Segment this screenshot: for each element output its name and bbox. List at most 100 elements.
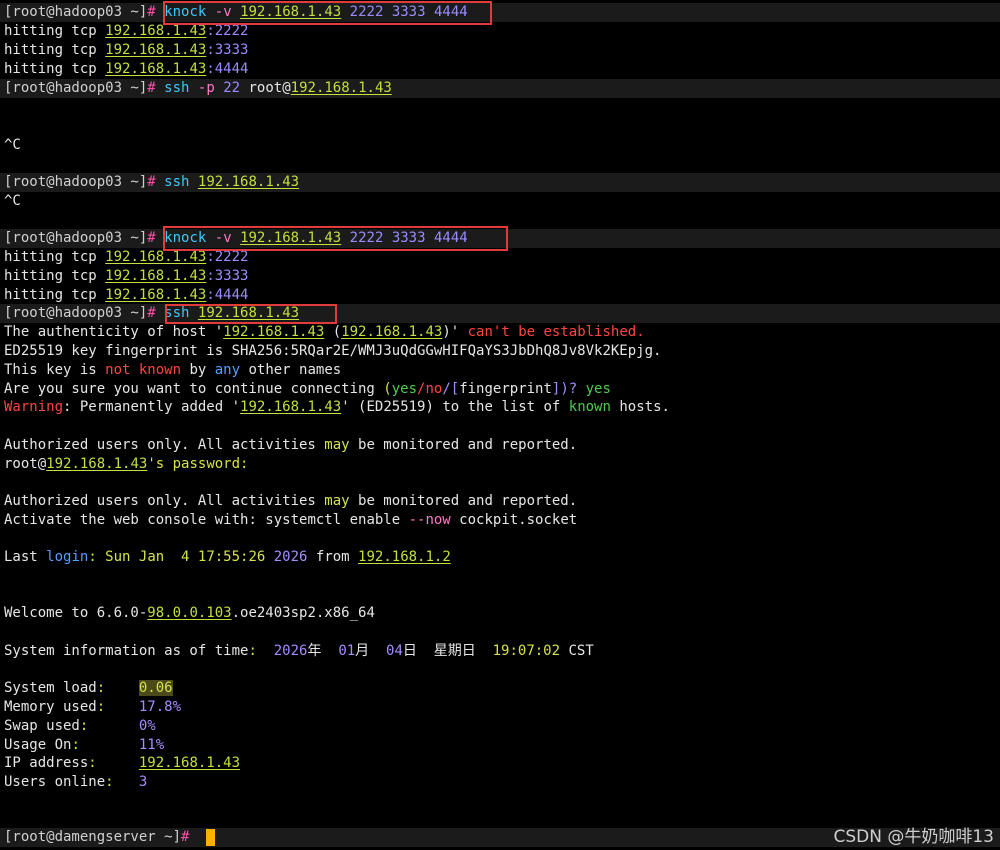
highlight-box (165, 304, 337, 324)
hit-prefix: hitting tcp (4, 42, 106, 58)
stat-row: System load: 0.06 (4, 680, 173, 696)
text: .oe2403sp2.x86_64 (231, 605, 375, 621)
text: by (181, 362, 215, 378)
port: :2222 (206, 249, 249, 265)
stat-value: 3 (138, 774, 148, 790)
keyword-text: known (568, 399, 611, 415)
stat-value: 192.168.1.43 (138, 755, 241, 771)
port: :4444 (206, 61, 249, 77)
text: System information as of time (4, 643, 249, 659)
answer: yes (585, 381, 611, 397)
port: 22 (223, 80, 241, 96)
text: other names (240, 362, 342, 378)
time: 19:07:02 (492, 643, 561, 659)
text: root@ (4, 456, 47, 472)
stat-label: Swap used (4, 718, 80, 734)
text: 年 (307, 643, 339, 659)
command: ssh (164, 174, 190, 190)
stat-label: Memory used (4, 699, 97, 715)
banner-line: Authorized users only. All activities ma… (4, 492, 577, 511)
highlight-box (163, 226, 508, 251)
paren: ( (383, 381, 392, 397)
text: 日 星期日 (402, 643, 493, 659)
year: 2026 (273, 643, 308, 659)
ip-address: 192.168.1.43 (223, 324, 325, 340)
prompt: [root@hadoop03 ~] (4, 305, 148, 321)
ip-address: 192.168.1.43 (290, 80, 392, 96)
command-line-ssh-1: [root@hadoop03 ~]# ssh -p 22 root@192.16… (4, 79, 392, 98)
prompt: [root@hadoop03 ~] (4, 230, 148, 246)
key-known-line: This key is not known by any other names (4, 361, 341, 380)
prompt: [root@hadoop03 ~] (4, 174, 148, 190)
text: 月 (355, 643, 387, 659)
text: : Sun Jan 4 17:55:26 (88, 549, 274, 565)
stat-row: Users online: 3 (4, 774, 148, 790)
stat-value: 0.06 (138, 680, 173, 696)
interrupt-line: ^C (4, 193, 21, 209)
interrupt-line: ^C (4, 137, 21, 153)
hit-prefix: hitting tcp (4, 23, 106, 39)
banner-line: Authorized users only. All activities ma… (4, 436, 577, 455)
stat-label: System load (4, 680, 97, 696)
port: :2222 (206, 23, 249, 39)
stat-label: Users online (4, 774, 106, 790)
command-line-input[interactable]: [root@damengserver ~]# (4, 828, 189, 847)
text: be monitored and reported. (349, 437, 578, 453)
text: from (307, 549, 359, 565)
stat-value: 0% (138, 718, 156, 734)
hit-line: hitting tcp 192.168.1.43:3333 (4, 267, 248, 286)
text: : Permanently added ' (63, 399, 241, 415)
ip-address: 192.168.1.43 (105, 61, 207, 77)
ip-address: 192.168.1.43 (46, 456, 148, 472)
text: ' (ED25519) to the list of (341, 399, 569, 415)
text: The authenticity of host ' (4, 324, 224, 340)
text: This key is (4, 362, 106, 378)
ip-address: 192.168.1.43 (105, 249, 207, 265)
separator: /[ (442, 381, 460, 397)
terminal-window[interactable]: [root@hadoop03 ~]# knock -v 192.168.1.43… (0, 0, 1000, 850)
user: root@ (248, 80, 291, 96)
stat-label: IP address (4, 755, 89, 771)
text: Authorized users only. All activities (4, 493, 325, 509)
hit-prefix: hitting tcp (4, 287, 106, 303)
prompt-hash: # (147, 230, 156, 246)
hit-line: hitting tcp 192.168.1.43:4444 (4, 60, 248, 79)
stat-row: IP address: 192.168.1.43 (4, 755, 241, 771)
stat-label: Usage On (4, 737, 72, 753)
paren: ])? (551, 381, 586, 397)
text-cursor (206, 829, 215, 846)
warning-label: Warning (4, 399, 64, 415)
text: Authorized users only. All activities (4, 437, 325, 453)
port: :4444 (206, 287, 249, 303)
hit-prefix: hitting tcp (4, 268, 106, 284)
prompt-hash: # (181, 829, 190, 845)
stat-value: 11% (138, 737, 165, 753)
error-text: not known (105, 362, 182, 378)
prompt-hash: # (147, 80, 156, 96)
watermark: CSDN @牛奶咖啡13 (833, 827, 994, 847)
hit-line: hitting tcp 192.168.1.43:3333 (4, 41, 248, 60)
prompt-hash: # (147, 174, 156, 190)
keyword-text: may (324, 493, 350, 509)
option-no: no (425, 381, 443, 397)
ip-address: 192.168.1.43 (105, 42, 207, 58)
text: Activate the web console with (4, 512, 249, 528)
last-login-line: Last login: Sun Jan 4 17:55:26 2026 from… (4, 548, 451, 567)
port: :3333 (206, 42, 249, 58)
confirm-line: Are you sure you want to continue connec… (4, 380, 611, 399)
text: CST (560, 643, 594, 659)
prompt: [root@hadoop03 ~] (4, 80, 148, 96)
ip-address: 192.168.1.2 (358, 549, 451, 565)
ip-address: 192.168.1.43 (105, 268, 207, 284)
ip-address: 192.168.1.43 (197, 174, 300, 190)
text: : systemctl enable (248, 512, 409, 528)
text: Are you sure you want to continue connec… (4, 381, 384, 397)
text: )' (442, 324, 468, 340)
day: 04 (386, 643, 403, 659)
stat-value: 17.8% (138, 699, 182, 715)
text: be monitored and reported. (349, 493, 578, 509)
warning-line: Warning: Permanently added '192.168.1.43… (4, 398, 670, 417)
command-line-ssh-2: [root@hadoop03 ~]# ssh 192.168.1.43 (4, 173, 299, 192)
text: 's password: (147, 456, 249, 472)
text: : (248, 643, 274, 659)
